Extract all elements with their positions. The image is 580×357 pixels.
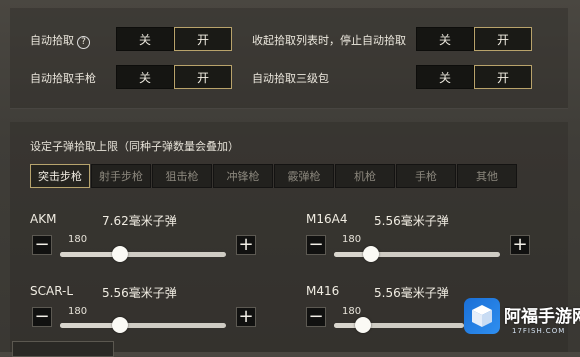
tab-smg[interactable]: 冲锋枪 xyxy=(213,164,273,188)
slider-handle[interactable] xyxy=(362,246,379,262)
ammo-type: 7.62毫米子弹 xyxy=(102,214,177,228)
ammo-limit-value: 180 xyxy=(68,234,88,245)
auto-pickup-label: 自动拾取? xyxy=(30,32,90,49)
ammo-slider[interactable] xyxy=(334,317,464,333)
ammo-limit-value: 180 xyxy=(68,306,88,317)
weapon-name: AKM xyxy=(30,212,57,226)
tab-sniper-rifle[interactable]: 狙击枪 xyxy=(152,164,212,188)
weapon-category-tabs: 突击步枪 射手步枪 狙击枪 冲锋枪 霰弹枪 机枪 手枪 其他 xyxy=(30,164,518,188)
slider-handle[interactable] xyxy=(354,317,371,333)
increase-button[interactable]: + xyxy=(510,235,530,255)
auto-pickup-bag-toggle[interactable]: 关 开 xyxy=(416,65,532,89)
ammo-slider[interactable] xyxy=(334,246,500,262)
decrease-button[interactable]: − xyxy=(32,307,52,327)
tab-other[interactable]: 其他 xyxy=(457,164,517,188)
ammo-type: 5.56毫米子弹 xyxy=(102,286,177,300)
bottom-tab[interactable] xyxy=(12,341,114,357)
auto-pickup-pistol-toggle[interactable]: 关 开 xyxy=(116,65,232,89)
auto-pickup-panel xyxy=(10,8,568,109)
tab-shotgun[interactable]: 霰弹枪 xyxy=(274,164,334,188)
weapon-name: M416 xyxy=(306,284,340,298)
tab-pistol[interactable]: 手枪 xyxy=(396,164,456,188)
ammo-limit-value: 180 xyxy=(342,306,362,317)
ammo-slider[interactable] xyxy=(60,317,226,333)
auto-pickup-pistol-off-button[interactable]: 关 xyxy=(116,65,174,89)
auto-pickup-bag-off-button[interactable]: 关 xyxy=(416,65,474,89)
weapon-name: M16A4 xyxy=(306,212,348,226)
stop-on-collapse-label: 收起拾取列表时，停止自动拾取 xyxy=(252,34,406,47)
auto-pickup-bag-label: 自动拾取三级包 xyxy=(252,72,329,85)
slider-fill xyxy=(60,323,120,328)
watermark-url: 17FISH.COM xyxy=(512,327,566,335)
slider-fill xyxy=(60,252,120,257)
auto-pickup-on-button[interactable]: 开 xyxy=(174,27,232,51)
weapon-name: SCAR-L xyxy=(30,284,74,298)
stop-on-collapse-toggle[interactable]: 关 开 xyxy=(416,27,532,51)
ammo-limit-title: 设定子弹拾取上限（同种子弹数量会叠加） xyxy=(30,140,239,153)
decrease-button[interactable]: − xyxy=(306,235,326,255)
auto-pickup-off-button[interactable]: 关 xyxy=(116,27,174,51)
auto-pickup-pistol-label: 自动拾取手枪 xyxy=(30,72,96,85)
decrease-button[interactable]: − xyxy=(32,235,52,255)
ammo-type: 5.56毫米子弹 xyxy=(374,286,449,300)
tab-machine-gun[interactable]: 机枪 xyxy=(335,164,395,188)
cube-logo-icon xyxy=(464,298,500,334)
slider-handle[interactable] xyxy=(111,317,128,333)
help-icon[interactable]: ? xyxy=(77,36,90,49)
decrease-button[interactable]: − xyxy=(306,307,326,327)
tab-assault-rifle[interactable]: 突击步枪 xyxy=(30,164,90,188)
auto-pickup-text: 自动拾取 xyxy=(30,34,74,47)
increase-button[interactable]: + xyxy=(236,235,256,255)
auto-pickup-toggle[interactable]: 关 开 xyxy=(116,27,232,51)
increase-button[interactable]: + xyxy=(236,307,256,327)
auto-pickup-bag-on-button[interactable]: 开 xyxy=(474,65,532,89)
auto-pickup-pistol-on-button[interactable]: 开 xyxy=(174,65,232,89)
watermark-name: 阿福手游网 xyxy=(504,307,580,327)
slider-handle[interactable] xyxy=(111,246,128,262)
ammo-limit-value: 180 xyxy=(342,234,362,245)
tab-marksman-rifle[interactable]: 射手步枪 xyxy=(91,164,151,188)
stop-on-collapse-off-button[interactable]: 关 xyxy=(416,27,474,51)
ammo-type: 5.56毫米子弹 xyxy=(374,214,449,228)
stop-on-collapse-on-button[interactable]: 开 xyxy=(474,27,532,51)
watermark: 阿福手游网 17FISH.COM xyxy=(460,296,580,352)
ammo-slider[interactable] xyxy=(60,246,226,262)
